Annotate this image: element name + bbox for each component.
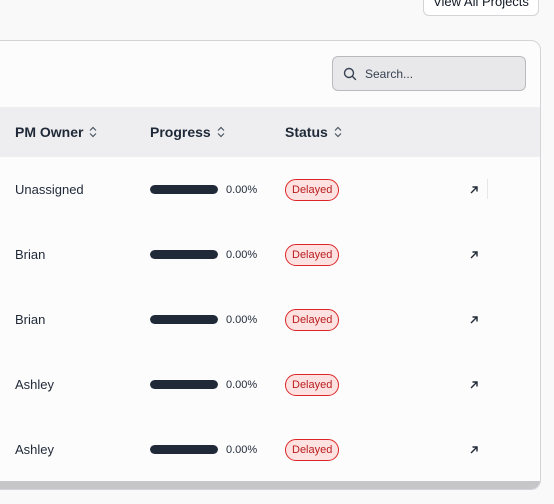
projects-table-card: PM Owner Progress Status Unassigned 0.00%… <box>0 40 541 490</box>
status-cell: Delayed <box>285 287 340 352</box>
progress-percent: 0.00% <box>226 248 258 261</box>
progress-bar-fill <box>150 315 218 324</box>
progress-bar <box>150 445 218 454</box>
table-header: PM Owner Progress Status <box>0 107 540 157</box>
divider <box>487 179 488 199</box>
open-project-button[interactable] <box>467 417 481 482</box>
status-badge: Delayed <box>285 438 340 461</box>
progress-bar <box>150 185 218 194</box>
progress-percent: 0.00% <box>226 378 258 391</box>
open-project-button[interactable] <box>467 287 481 352</box>
arrow-up-right-icon <box>469 380 479 390</box>
status-badge: Delayed <box>285 373 340 396</box>
table-row[interactable]: Unassigned 0.00% Delayed <box>0 157 540 222</box>
sort-icon[interactable] <box>89 126 97 138</box>
column-header-pm-owner[interactable]: PM Owner <box>15 107 97 157</box>
progress-cell: 0.00% <box>150 417 257 482</box>
status-badge: Delayed <box>285 308 340 331</box>
table-row[interactable]: Ashley 0.00% Delayed <box>0 352 540 417</box>
column-header-status[interactable]: Status <box>285 107 342 157</box>
progress-bar-fill <box>150 185 218 194</box>
progress-bar-fill <box>150 250 218 259</box>
pm-owner-cell: Unassigned <box>15 182 84 197</box>
column-header-progress[interactable]: Progress <box>150 107 225 157</box>
open-project-button[interactable] <box>467 352 481 417</box>
table-row[interactable]: Brian 0.00% Delayed <box>0 287 540 352</box>
search-icon <box>343 67 357 81</box>
table-row[interactable]: Brian 0.00% Delayed <box>0 222 540 287</box>
progress-cell: 0.00% <box>150 352 257 417</box>
progress-percent: 0.00% <box>226 443 258 456</box>
progress-percent: 0.00% <box>226 313 258 326</box>
view-all-projects-button[interactable]: View All Projects <box>423 0 539 16</box>
sort-icon[interactable] <box>217 126 225 138</box>
search-box[interactable] <box>332 56 526 91</box>
progress-bar <box>150 315 218 324</box>
progress-cell: 0.00% <box>150 222 257 287</box>
arrow-up-right-icon <box>469 445 479 455</box>
pm-owner-cell: Ashley <box>15 442 55 457</box>
progress-bar <box>150 380 218 389</box>
progress-cell: 0.00% <box>150 287 257 352</box>
open-project-button[interactable] <box>467 222 481 287</box>
status-cell: Delayed <box>285 352 340 417</box>
pm-owner-cell: Ashley <box>15 377 55 392</box>
column-label: Status <box>285 124 328 140</box>
search-input[interactable] <box>365 66 505 81</box>
pm-owner-cell: Brian <box>15 247 46 262</box>
progress-percent: 0.00% <box>226 183 258 196</box>
horizontal-scrollbar[interactable] <box>0 481 540 489</box>
progress-cell: 0.00% <box>150 157 257 222</box>
column-label: PM Owner <box>15 124 84 140</box>
pm-owner-cell: Brian <box>15 312 46 327</box>
status-badge: Delayed <box>285 178 340 201</box>
column-label: Progress <box>150 124 211 140</box>
progress-bar-fill <box>150 445 218 454</box>
arrow-up-right-icon <box>469 315 479 325</box>
progress-bar <box>150 250 218 259</box>
table-row[interactable]: Ashley 0.00% Delayed <box>0 417 540 482</box>
status-cell: Delayed <box>285 222 340 287</box>
progress-bar-fill <box>150 380 218 389</box>
status-badge: Delayed <box>285 243 340 266</box>
open-project-button[interactable] <box>467 157 481 222</box>
status-cell: Delayed <box>285 157 340 222</box>
arrow-up-right-icon <box>469 185 479 195</box>
sort-icon[interactable] <box>334 126 342 138</box>
arrow-up-right-icon <box>469 250 479 260</box>
status-cell: Delayed <box>285 417 340 482</box>
